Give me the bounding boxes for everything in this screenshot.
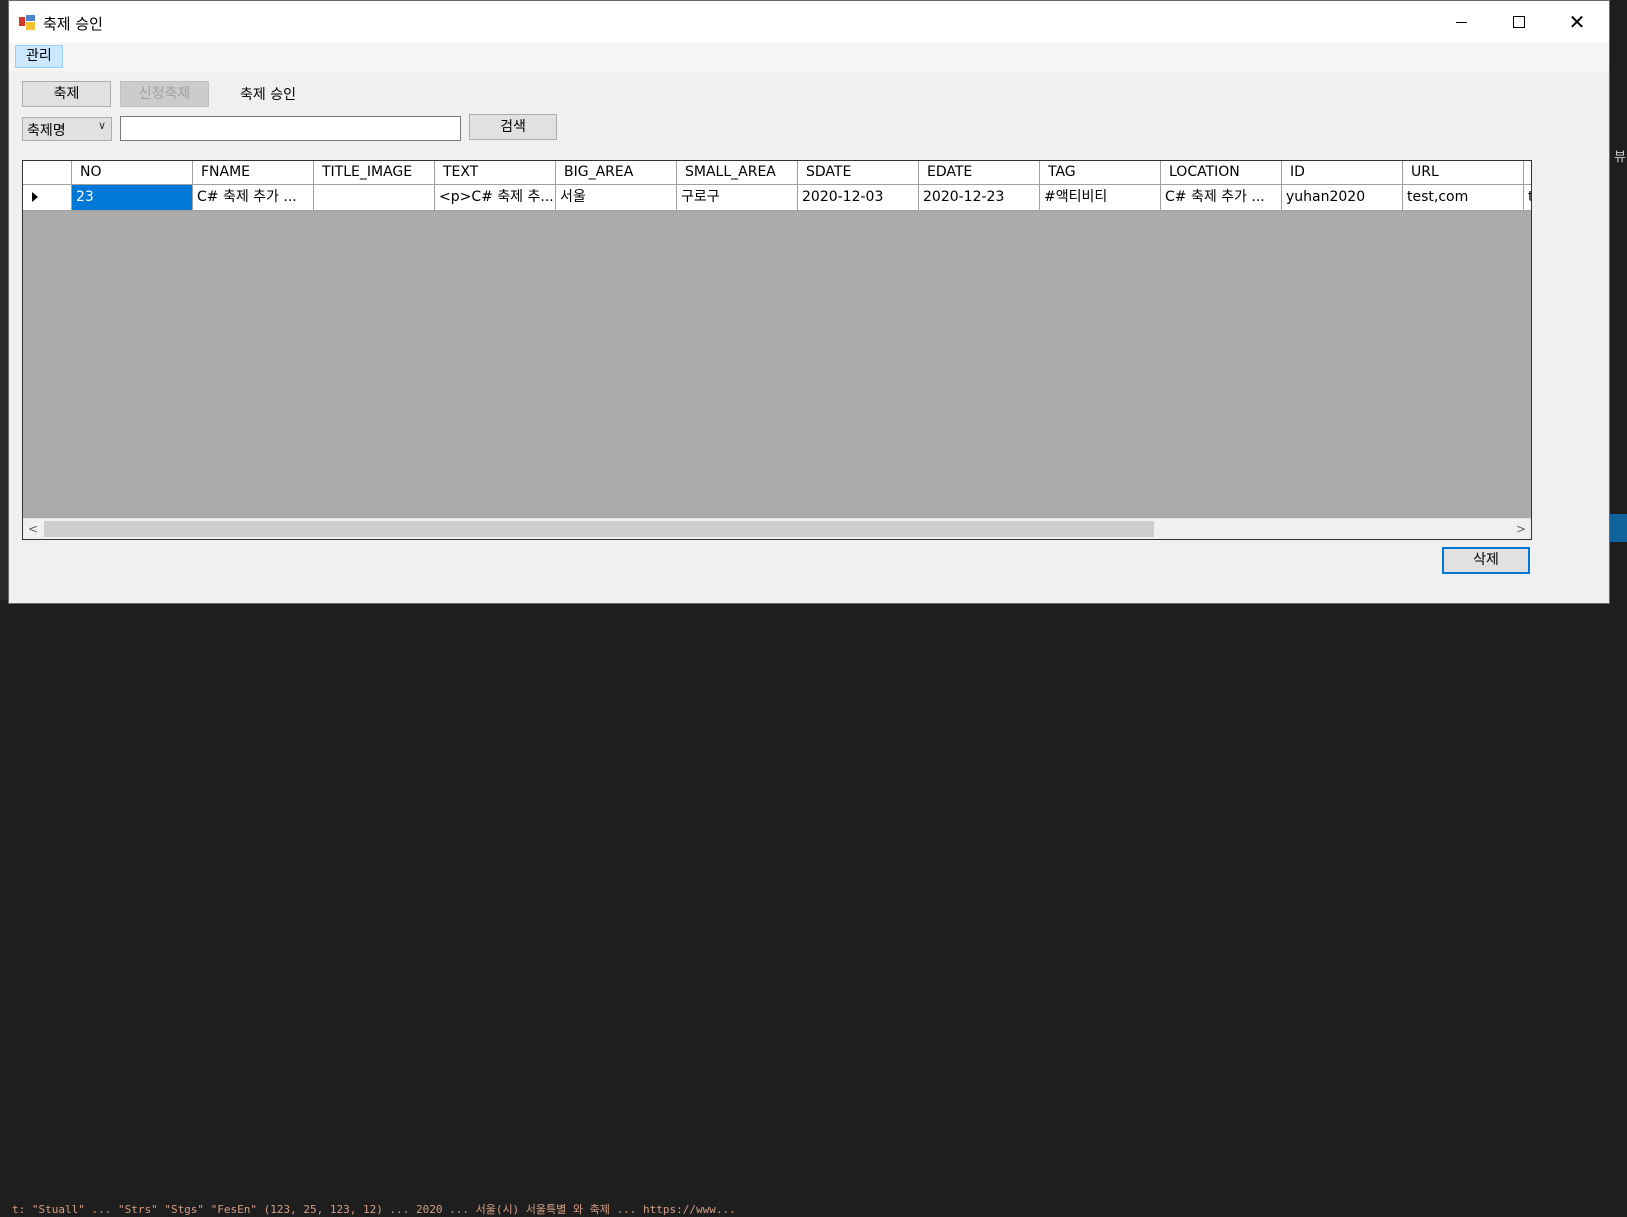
cell-no[interactable]: 23 xyxy=(72,185,193,211)
column-header-big-area[interactable]: BIG_AREA xyxy=(556,161,677,185)
background-code-line: t: "Stuall" ... "Strs" "Stgs" "FesEn" (1… xyxy=(12,1203,736,1216)
column-header-url[interactable]: URL xyxy=(1403,161,1524,185)
cell-e[interactable]: te xyxy=(1524,185,1531,211)
horizontal-scrollbar[interactable]: < > xyxy=(23,518,1531,539)
table-row[interactable]: 23 C# 축제 추가 ... <p>C# 축제 추... 서울 구로구 202… xyxy=(23,185,1531,211)
applied-festival-button[interactable]: 신청축제 xyxy=(120,81,209,107)
festival-button[interactable]: 축제 xyxy=(22,81,111,107)
cell-small-area[interactable]: 구로구 xyxy=(677,185,798,211)
column-header-sdate[interactable]: SDATE xyxy=(798,161,919,185)
column-header-text[interactable]: TEXT xyxy=(435,161,556,185)
scroll-right-icon[interactable]: > xyxy=(1511,519,1531,539)
cell-fname[interactable]: C# 축제 추가 ... xyxy=(193,185,314,211)
close-icon: ✕ xyxy=(1568,10,1586,34)
cell-tag[interactable]: #액티비티 xyxy=(1040,185,1161,211)
cell-text[interactable]: <p>C# 축제 추... xyxy=(435,185,556,211)
background-side-label: 뷰 xyxy=(1614,150,1626,165)
grid-corner-header[interactable] xyxy=(23,161,72,185)
maximize-button[interactable] xyxy=(1491,1,1547,43)
column-header-fname[interactable]: FNAME xyxy=(193,161,314,185)
grid-header-row: NO FNAME TITLE_IMAGE TEXT BIG_AREA SMALL… xyxy=(23,161,1531,185)
column-header-tag[interactable]: TAG xyxy=(1040,161,1161,185)
search-field-value: 축제명 xyxy=(27,123,66,139)
column-header-location[interactable]: LOCATION xyxy=(1161,161,1282,185)
window-title: 축제 승인 xyxy=(43,15,103,33)
column-header-id[interactable]: ID xyxy=(1282,161,1403,185)
column-header-no[interactable]: NO xyxy=(72,161,193,185)
column-header-small-area[interactable]: SMALL_AREA xyxy=(677,161,798,185)
title-bar[interactable]: 축제 승인 ✕ xyxy=(9,1,1609,43)
cell-sdate[interactable]: 2020-12-03 xyxy=(798,185,919,211)
column-header-edate[interactable]: EDATE xyxy=(919,161,1040,185)
cell-big-area[interactable]: 서울 xyxy=(556,185,677,211)
search-field-select[interactable]: 축제명 ∨ xyxy=(22,117,112,141)
current-row-arrow-icon xyxy=(32,192,38,202)
background-editor-edge xyxy=(0,0,8,615)
column-header-e[interactable]: E xyxy=(1524,161,1531,185)
app-window: 축제 승인 ✕ 관리 축제 신청축제 축제 승인 축제명 ∨ 검색 NO FNA… xyxy=(8,0,1610,604)
section-label: 축제 승인 xyxy=(240,87,296,103)
minimize-icon xyxy=(1455,21,1467,23)
cell-location[interactable]: C# 축제 추가 ... xyxy=(1161,185,1282,211)
cell-id[interactable]: yuhan2020 xyxy=(1282,185,1403,211)
background-highlight-bar xyxy=(1610,514,1627,542)
maximize-icon xyxy=(1513,16,1525,28)
cell-url[interactable]: test,com xyxy=(1403,185,1524,211)
row-header[interactable] xyxy=(23,185,72,211)
menu-bar: 관리 xyxy=(9,43,1609,71)
column-header-title-image[interactable]: TITLE_IMAGE xyxy=(314,161,435,185)
cell-edate[interactable]: 2020-12-23 xyxy=(919,185,1040,211)
search-button[interactable]: 검색 xyxy=(469,114,557,140)
close-button[interactable]: ✕ xyxy=(1549,1,1605,43)
data-grid[interactable]: NO FNAME TITLE_IMAGE TEXT BIG_AREA SMALL… xyxy=(22,160,1532,540)
scroll-left-icon[interactable]: < xyxy=(23,519,43,539)
app-icon xyxy=(19,14,36,31)
delete-button[interactable]: 삭제 xyxy=(1442,547,1530,574)
cell-title-image[interactable] xyxy=(314,185,435,211)
scrollbar-thumb[interactable] xyxy=(44,521,1154,537)
minimize-button[interactable] xyxy=(1433,1,1489,43)
menu-item-manage[interactable]: 관리 xyxy=(15,45,63,68)
search-input[interactable] xyxy=(120,116,461,141)
chevron-down-icon: ∨ xyxy=(97,119,106,132)
